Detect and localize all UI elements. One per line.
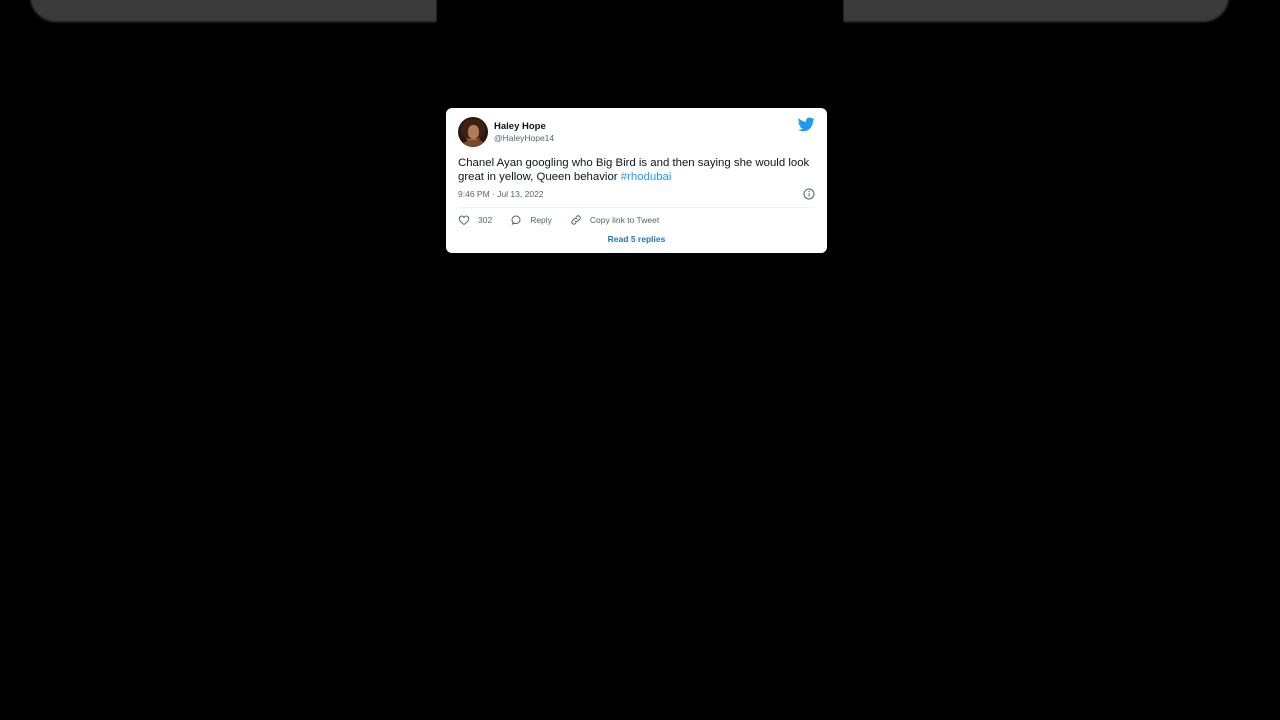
tweet-header: Haley Hope @HaleyHope14 [458,117,815,147]
reply-label: Reply [530,215,552,225]
reply-button[interactable]: Reply [510,214,552,226]
copy-link-button[interactable]: Copy link to Tweet [570,214,659,226]
tweet-timestamp[interactable]: 9:46 PM · Jul 13, 2022 [458,189,544,199]
speech-bubble-icon [511,215,521,225]
tweet-meta: 9:46 PM · Jul 13, 2022 [458,187,815,201]
author-handle[interactable]: @HaleyHope14 [494,133,554,144]
blurred-backdrop-right [843,0,1229,22]
author-display-name[interactable]: Haley Hope [494,121,554,132]
like-count: 302 [478,215,493,225]
tweet-card[interactable]: Haley Hope @HaleyHope14 Chanel Ayan goog… [446,108,827,253]
divider [458,207,815,208]
twitter-bird-icon[interactable] [798,117,815,132]
author-names: Haley Hope @HaleyHope14 [494,121,554,144]
link-icon [571,215,581,225]
copy-link-label: Copy link to Tweet [589,215,660,225]
video-frame: Haley Hope @HaleyHope14 Chanel Ayan goog… [0,0,1280,720]
info-icon[interactable] [803,188,815,200]
like-button[interactable]: 302 [458,214,492,226]
blurred-backdrop-left [30,0,437,22]
hashtag-link[interactable]: #rhodubai [621,171,672,183]
avatar[interactable] [458,117,488,147]
read-replies-link[interactable]: Read 5 replies [458,234,815,244]
heart-icon [458,215,470,226]
tweet-actions: 302 Reply Copy link to Tweet [458,213,815,227]
tweet-body: Chanel Ayan googling who Big Bird is and… [458,156,815,184]
